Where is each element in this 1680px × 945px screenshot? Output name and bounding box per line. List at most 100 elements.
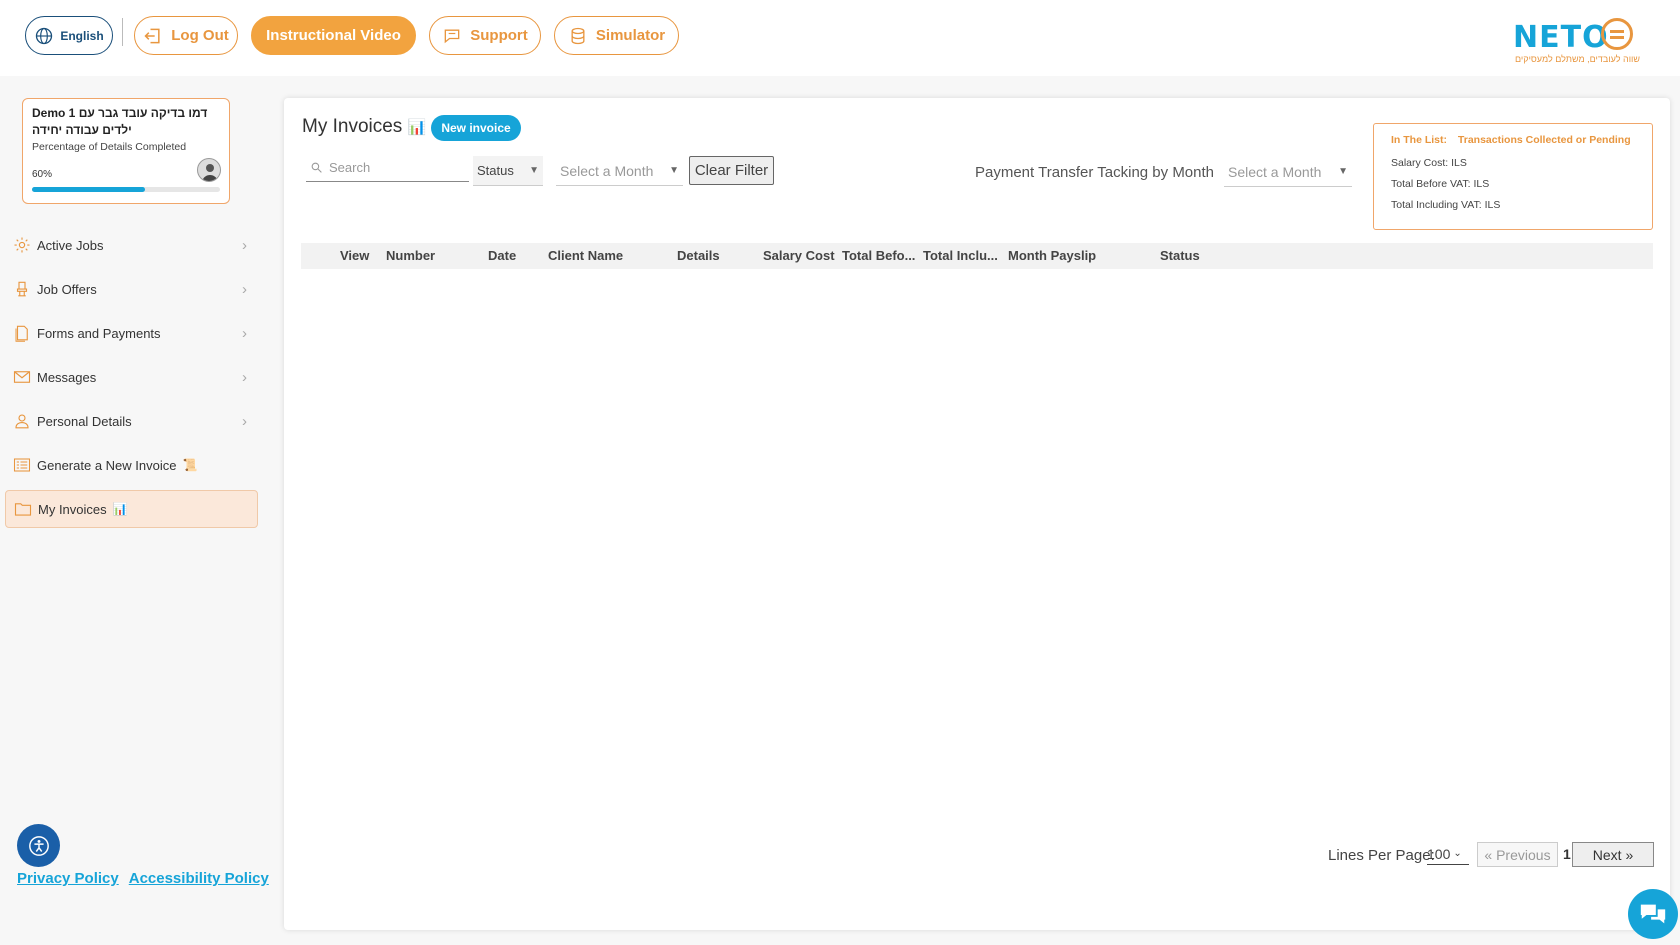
tracking-month-select[interactable]: Select a Month ▼ [1224, 157, 1352, 187]
document-icon [11, 322, 33, 344]
column-header-total-including[interactable]: Total Inclu... [923, 248, 998, 263]
previous-button[interactable]: « Previous [1477, 842, 1558, 867]
logo-tagline: שווה לעובדים, משתלם למעסיקים [1515, 54, 1640, 64]
topbar-divider [122, 18, 123, 46]
chevron-right-icon: › [242, 237, 247, 254]
sidebar-item-label: Job Offers [37, 281, 97, 297]
logout-label: Log Out [171, 27, 229, 44]
clear-filter-button[interactable]: Clear Filter [689, 156, 774, 185]
column-header-status[interactable]: Status [1160, 248, 1200, 263]
search-icon [311, 162, 322, 173]
sidebar-item-messages[interactable]: Messages › [5, 358, 265, 396]
summary-in-list: In The List: [1391, 134, 1447, 146]
logo-word: NETO [1513, 20, 1609, 55]
chat-widget-button[interactable] [1628, 889, 1678, 939]
footer-links: Privacy Policy Accessibility Policy [17, 870, 269, 887]
status-select[interactable]: Status ▼ [473, 156, 543, 186]
bar-chart-icon: 📊 [407, 119, 427, 136]
column-header-client-name[interactable]: Client Name [548, 248, 623, 263]
mail-icon [11, 366, 33, 388]
chat-bubble-icon [444, 29, 460, 43]
next-button[interactable]: Next » [1572, 842, 1654, 867]
sidebar-item-my-invoices[interactable]: My Invoices 📊 [5, 490, 258, 528]
chevron-right-icon: › [242, 325, 247, 342]
column-header-view[interactable]: View [340, 248, 369, 263]
support-label: Support [470, 27, 528, 44]
language-button[interactable]: English [25, 16, 113, 55]
month-select-value: Select a Month [560, 162, 654, 179]
summary-box: In The List: Transactions Collected or P… [1373, 123, 1653, 230]
chevron-right-icon: › [242, 281, 247, 298]
sidebar-item-label: Forms and Payments [37, 325, 161, 341]
instructional-video-button[interactable]: Instructional Video [251, 16, 416, 55]
sidebar-item-job-offers[interactable]: Job Offers › [5, 270, 265, 308]
summary-header: In The List: Transactions Collected or P… [1391, 134, 1635, 146]
column-header-number[interactable]: Number [386, 248, 435, 263]
top-bar: English Log Out Instructional Video Supp… [0, 0, 1680, 76]
chat-bubbles-icon [1640, 904, 1666, 924]
chevron-down-icon: ⌄ [1453, 848, 1462, 859]
lines-per-page-select[interactable]: 100 ⌄ [1427, 843, 1469, 865]
sidebar: Demo 1 דמו בדיקה עובד גבר עם ילדים עבודה… [0, 76, 280, 945]
status-select-value: Status [477, 163, 514, 178]
globe-icon [36, 27, 53, 44]
current-page[interactable]: 1 [1563, 846, 1571, 862]
column-header-date[interactable]: Date [488, 248, 516, 263]
sidebar-item-active-jobs[interactable]: Active Jobs › [5, 226, 265, 264]
simulator-label: Simulator [595, 27, 666, 44]
main-panel: My Invoices 📊 New invoice Status ▼ Selec… [284, 98, 1670, 930]
column-header-total-before[interactable]: Total Befo... [842, 248, 915, 263]
video-label: Instructional Video [266, 27, 401, 44]
profile-name: Demo 1 דמו בדיקה עובד גבר עם ילדים עבודה… [32, 106, 208, 137]
sidebar-item-label: Messages [37, 369, 97, 385]
language-label: English [60, 28, 104, 43]
new-invoice-button[interactable]: New invoice [431, 115, 521, 141]
page-title: My Invoices 📊 [302, 116, 426, 138]
summary-salary-cost: Salary Cost: ILS [1391, 157, 1467, 169]
database-icon [571, 27, 585, 44]
sidebar-nav: Active Jobs › Job Offers › Forms and Pay… [5, 226, 265, 534]
profile-subtitle: Percentage of Details Completed [32, 141, 187, 153]
search-input[interactable] [329, 160, 459, 175]
column-header-details[interactable]: Details [677, 248, 720, 263]
sidebar-item-forms-and-payments[interactable]: Forms and Payments › [5, 314, 265, 352]
summary-incl-vat: Total Including VAT: ILS [1391, 199, 1501, 211]
tracking-month-value: Select a Month [1228, 163, 1322, 180]
column-header-salary-cost[interactable]: Salary Cost [763, 248, 835, 263]
sidebar-item-label: My Invoices [38, 501, 107, 517]
chevron-right-icon: › [242, 413, 247, 430]
accessibility-button[interactable] [17, 824, 60, 867]
profile-progress-bar [32, 187, 220, 192]
profile-card[interactable]: Demo 1 דמו בדיקה עובד גבר עם ילדים עבודה… [22, 98, 230, 204]
lines-per-page-value: 100 [1427, 845, 1451, 862]
caret-down-icon: ▼ [669, 165, 679, 176]
logout-icon [144, 28, 160, 43]
person-photo-icon [202, 164, 218, 181]
folder-icon [12, 498, 34, 520]
privacy-policy-link[interactable]: Privacy Policy [17, 870, 119, 887]
search-box[interactable] [306, 154, 469, 182]
sidebar-item-generate-invoice[interactable]: Generate a New Invoice 📜 [5, 446, 265, 484]
logo-equals-icon [1601, 18, 1633, 50]
profile-percent: 60% [32, 169, 53, 180]
profile-progress-fill [32, 187, 145, 192]
support-button[interactable]: Support [429, 16, 541, 55]
summary-before-vat: Total Before VAT: ILS [1391, 178, 1490, 190]
page-title-text: My Invoices [302, 116, 403, 137]
bar-chart-icon: 📊 [112, 502, 128, 516]
column-header-month-payslip[interactable]: Month Payslip [1008, 248, 1096, 263]
table-header: View Number Date Client Name Details Sal… [301, 243, 1653, 269]
summary-filter: Transactions Collected or Pending [1457, 134, 1631, 146]
tracking-label: Payment Transfer Tacking by Month [975, 164, 1215, 181]
month-select[interactable]: Select a Month ▼ [556, 156, 683, 186]
logout-button[interactable]: Log Out [134, 16, 238, 55]
chair-icon [11, 278, 33, 300]
accessibility-icon [28, 835, 49, 856]
neto-logo[interactable]: NETO שווה לעובדים, משתלם למעסיקים [1513, 16, 1643, 68]
scroll-icon: 📜 [182, 458, 198, 472]
accessibility-policy-link[interactable]: Accessibility Policy [129, 870, 269, 887]
avatar[interactable] [197, 158, 221, 182]
simulator-button[interactable]: Simulator [554, 16, 679, 55]
invoice-icon [11, 454, 33, 476]
sidebar-item-personal-details[interactable]: Personal Details › [5, 402, 265, 440]
